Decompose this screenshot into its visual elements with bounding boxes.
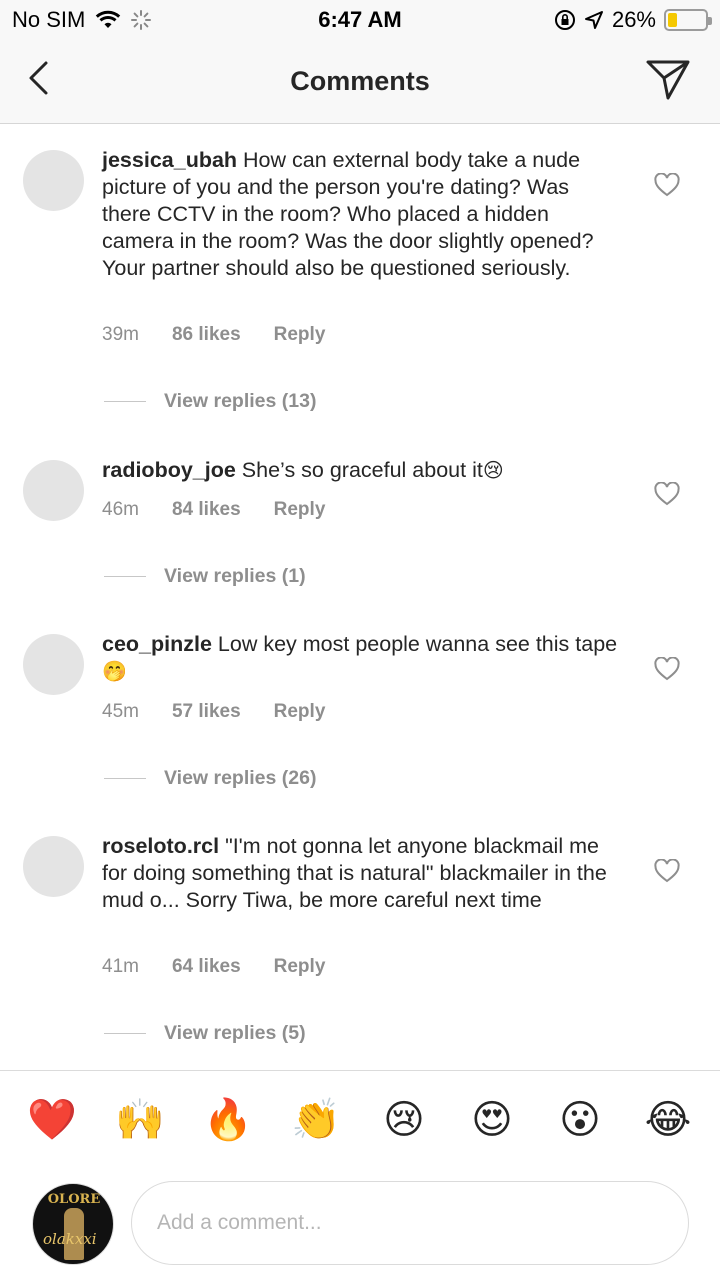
orientation-lock-icon (554, 10, 575, 30)
emoji-laughing[interactable]: 😂 (638, 1090, 698, 1150)
emoji-surprised[interactable]: 😮 (550, 1090, 610, 1150)
comment-meta: 41m 64 likes Reply (102, 956, 325, 978)
user-avatar[interactable]: OLORE olakxxi (32, 1183, 114, 1265)
avatar[interactable] (23, 150, 84, 211)
comment-text: jessica_ubah How can external body take … (102, 147, 622, 282)
reply-button[interactable]: Reply (274, 499, 326, 521)
view-replies-label: View replies (26) (164, 767, 317, 789)
view-replies-button[interactable]: View replies (1) (104, 565, 306, 588)
comment-meta: 45m 57 likes Reply (102, 701, 325, 723)
comment-likes[interactable]: 64 likes (172, 956, 241, 978)
battery-percent: 26% (611, 7, 656, 32)
comment-likes[interactable]: 86 likes (172, 324, 241, 346)
comment-text: roseloto.rcl "I'm not gonna let anyone b… (102, 833, 622, 914)
comment-emoji: 🤭 (102, 661, 127, 683)
heart-icon[interactable] (654, 657, 680, 681)
heart-icon[interactable] (654, 859, 680, 883)
status-right: 26% (554, 7, 712, 33)
comment-username[interactable]: ceo_pinzle (102, 632, 212, 656)
comment-input[interactable] (131, 1181, 689, 1265)
emoji-raising-hands[interactable]: 🙌 (110, 1090, 170, 1150)
comment-text: ceo_pinzle Low key most people wanna see… (102, 631, 622, 686)
emoji-heart[interactable]: ❤️ (22, 1090, 82, 1150)
page-title: Comments (290, 66, 430, 96)
comment-body: She’s so graceful about it (241, 458, 483, 482)
comment-likes[interactable]: 84 likes (172, 499, 241, 521)
comment-emoji: 😢 (482, 460, 504, 482)
avatar-signature: olakxxi (43, 1230, 97, 1248)
comment-likes[interactable]: 57 likes (172, 701, 241, 723)
battery-level (668, 13, 677, 27)
reply-button[interactable]: Reply (274, 701, 326, 723)
comment-time: 45m (102, 701, 139, 722)
view-replies-label: View replies (1) (164, 565, 306, 587)
comment-meta: 46m 84 likes Reply (102, 499, 325, 521)
emoji-clapping[interactable]: 👏 (286, 1090, 346, 1150)
emoji-quick-bar: ❤️ 🙌 🔥 👏 😢 😍 😮 😂 (0, 1090, 720, 1160)
heart-icon[interactable] (654, 482, 680, 506)
comment-username[interactable]: radioboy_joe (102, 458, 236, 482)
nav-bar: Comments (0, 40, 720, 124)
comment-body: Low key most people wanna see this tape (217, 632, 618, 656)
location-arrow-icon (584, 11, 603, 29)
comment-meta: 39m 86 likes Reply (102, 324, 325, 346)
comment-text: radioboy_joe She’s so graceful about it😢 (102, 457, 622, 485)
avatar-logo-text: OLORE (47, 1192, 101, 1207)
reply-button[interactable]: Reply (274, 324, 326, 346)
emoji-crying[interactable]: 😢 (374, 1090, 434, 1150)
avatar[interactable] (23, 460, 84, 521)
view-replies-label: View replies (5) (164, 1022, 306, 1044)
heart-icon[interactable] (654, 173, 680, 197)
view-replies-label: View replies (13) (164, 390, 317, 412)
reply-button[interactable]: Reply (274, 956, 326, 978)
status-bar: No SIM 6:47 AM 26% (0, 0, 720, 40)
emoji-fire[interactable]: 🔥 (198, 1090, 258, 1150)
battery-icon (664, 9, 712, 31)
comment-time: 46m (102, 499, 139, 520)
view-replies-button[interactable]: View replies (5) (104, 1022, 306, 1045)
avatar[interactable] (23, 634, 84, 695)
emoji-heart-eyes[interactable]: 😍 (462, 1090, 522, 1150)
view-replies-button[interactable]: View replies (13) (104, 390, 316, 413)
comment-time: 41m (102, 956, 139, 977)
comment-username[interactable]: roseloto.rcl (102, 834, 219, 858)
avatar[interactable] (23, 836, 84, 897)
view-replies-button[interactable]: View replies (26) (104, 767, 316, 790)
divider (0, 1070, 720, 1071)
comment-username[interactable]: jessica_ubah (102, 148, 237, 172)
comment-time: 39m (102, 324, 139, 345)
paper-plane-icon[interactable] (644, 56, 692, 104)
